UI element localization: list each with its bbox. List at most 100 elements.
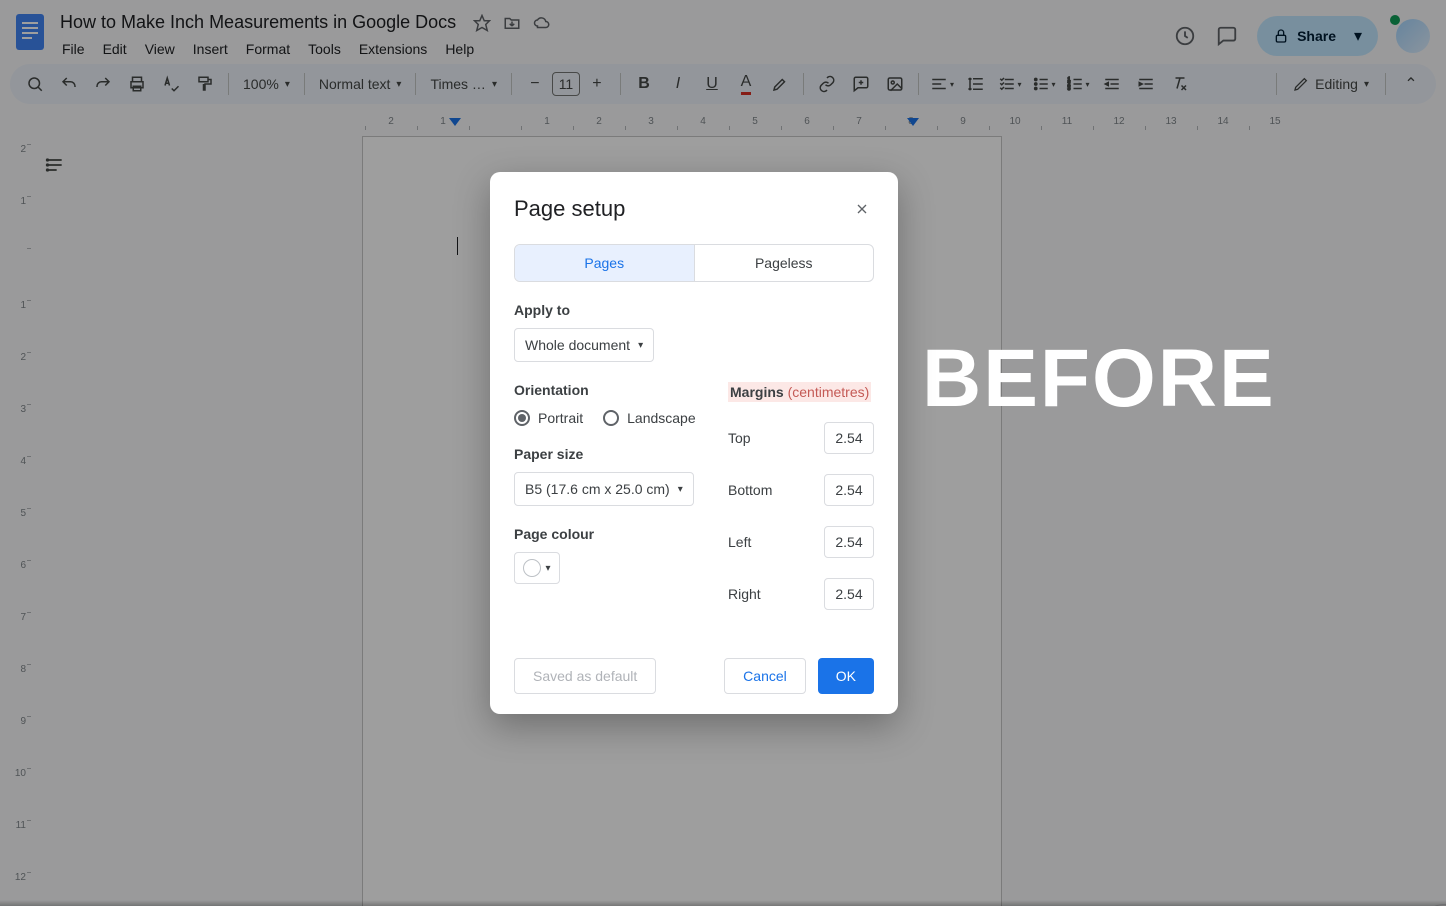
paragraph-style-select[interactable]: Normal text▾ [313, 76, 408, 92]
overlay-annotation: BEFORE [922, 332, 1276, 426]
app-header: How to Make Inch Measurements in Google … [0, 0, 1446, 64]
italic-icon[interactable]: I [663, 69, 693, 99]
bulleted-list-icon[interactable]: ▾ [1029, 69, 1059, 99]
editing-mode-select[interactable]: Editing▾ [1287, 76, 1375, 92]
zoom-select[interactable]: 100%▾ [237, 76, 296, 92]
ruler-tick: 3 [625, 116, 677, 127]
share-dropdown-icon[interactable]: ▾ [1344, 26, 1372, 46]
line-spacing-icon[interactable] [961, 69, 991, 99]
ruler-tick [0, 248, 34, 300]
paragraph-style-value: Normal text [319, 76, 391, 92]
chevron-down-icon: ▾ [678, 484, 683, 495]
increase-indent-icon[interactable] [1131, 69, 1161, 99]
menu-edit[interactable]: Edit [95, 37, 135, 61]
ruler-tick: 3 [0, 404, 34, 456]
apply-to-select[interactable]: Whole document▾ [514, 328, 654, 362]
vertical-ruler[interactable]: 2 1 1 2 3 4 5 6 7 8 9 10 11 12 13 14 15 … [0, 134, 34, 906]
paint-format-icon[interactable] [190, 69, 220, 99]
document-outline-icon[interactable] [40, 150, 70, 180]
horizontal-ruler[interactable]: 2 1 1 2 3 4 5 6 7 8 9 10 11 12 13 14 15 [55, 114, 1446, 134]
decrease-indent-icon[interactable] [1097, 69, 1127, 99]
spellcheck-icon[interactable] [156, 69, 186, 99]
undo-icon[interactable] [54, 69, 84, 99]
highlight-icon[interactable] [765, 69, 795, 99]
orientation-label: Orientation [514, 382, 704, 398]
text-color-icon[interactable]: A [731, 69, 761, 99]
font-size-input[interactable] [552, 72, 580, 96]
account-avatar[interactable] [1396, 19, 1430, 53]
chevron-down-icon: ▾ [545, 563, 550, 574]
collapse-toolbar-icon[interactable]: ⌃ [1396, 74, 1426, 94]
menu-insert[interactable]: Insert [185, 37, 236, 61]
left-indent-marker-icon[interactable] [449, 118, 461, 126]
separator [228, 73, 229, 95]
ruler-tick: 11 [0, 820, 34, 872]
star-icon[interactable] [472, 13, 492, 33]
ruler-tick: 2 [0, 352, 34, 404]
ruler-tick: 7 [0, 612, 34, 664]
clear-formatting-icon[interactable] [1165, 69, 1195, 99]
menu-extensions[interactable]: Extensions [351, 37, 435, 61]
ruler-tick: 14 [1197, 116, 1249, 127]
move-to-folder-icon[interactable] [502, 13, 522, 33]
color-swatch-icon [523, 559, 541, 577]
radio-icon [603, 410, 619, 426]
align-icon[interactable]: ▾ [927, 69, 957, 99]
menu-view[interactable]: View [137, 37, 183, 61]
margin-right-input[interactable] [824, 578, 874, 610]
paper-size-select[interactable]: B5 (17.6 cm x 25.0 cm)▾ [514, 472, 694, 506]
print-icon[interactable] [122, 69, 152, 99]
chevron-down-icon: ▾ [1364, 79, 1369, 90]
orientation-portrait-radio[interactable]: Portrait [514, 410, 583, 426]
ruler-tick: 9 [937, 116, 989, 127]
margin-left-input[interactable] [824, 526, 874, 558]
ruler-tick: 9 [0, 716, 34, 768]
comments-icon[interactable] [1215, 24, 1239, 48]
search-menus-icon[interactable] [20, 69, 50, 99]
menu-format[interactable]: Format [238, 37, 298, 61]
ok-button[interactable]: OK [818, 658, 874, 694]
margins-label: Margins [730, 384, 784, 400]
share-button[interactable]: Share ▾ [1257, 16, 1378, 56]
menu-file[interactable]: File [54, 37, 93, 61]
menu-help[interactable]: Help [437, 37, 482, 61]
ruler-tick: 5 [0, 508, 34, 560]
redo-icon[interactable] [88, 69, 118, 99]
menu-tools[interactable]: Tools [300, 37, 349, 61]
close-icon[interactable] [850, 197, 874, 221]
increase-font-icon[interactable]: + [582, 69, 612, 99]
tab-pages[interactable]: Pages [515, 245, 694, 281]
underline-icon[interactable]: U [697, 69, 727, 99]
text-cursor [457, 237, 458, 255]
margin-top-input[interactable] [824, 422, 874, 454]
page-colour-select[interactable]: ▾ [514, 552, 560, 584]
ruler-tick: 2 [365, 116, 417, 127]
orientation-landscape-radio[interactable]: Landscape [603, 410, 696, 426]
margin-left-label: Left [728, 534, 751, 550]
history-icon[interactable] [1173, 24, 1197, 48]
margin-bottom-input[interactable] [824, 474, 874, 506]
margin-right-label: Right [728, 586, 761, 602]
paper-size-label: Paper size [514, 446, 704, 462]
insert-image-icon[interactable] [880, 69, 910, 99]
insert-link-icon[interactable] [812, 69, 842, 99]
ruler-tick: 15 [1249, 116, 1301, 127]
cancel-button[interactable]: Cancel [724, 658, 806, 694]
docs-logo-icon[interactable] [10, 8, 50, 56]
add-comment-icon[interactable] [846, 69, 876, 99]
lock-icon [1273, 28, 1289, 44]
font-select[interactable]: Times …▾ [424, 76, 503, 92]
ruler-tick: 4 [0, 456, 34, 508]
decrease-font-icon[interactable]: − [520, 69, 550, 99]
apply-to-value: Whole document [525, 337, 630, 353]
bold-icon[interactable]: B [629, 69, 659, 99]
tab-pageless[interactable]: Pageless [694, 245, 874, 281]
cloud-status-icon[interactable] [532, 13, 552, 33]
set-as-default-button[interactable]: Saved as default [514, 658, 656, 694]
right-indent-marker-icon[interactable] [907, 118, 919, 126]
bottom-shadow [0, 900, 1446, 906]
document-title[interactable]: How to Make Inch Measurements in Google … [54, 10, 462, 35]
numbered-list-icon[interactable]: 123▾ [1063, 69, 1093, 99]
checklist-icon[interactable]: ▾ [995, 69, 1025, 99]
margin-top-label: Top [728, 430, 751, 446]
